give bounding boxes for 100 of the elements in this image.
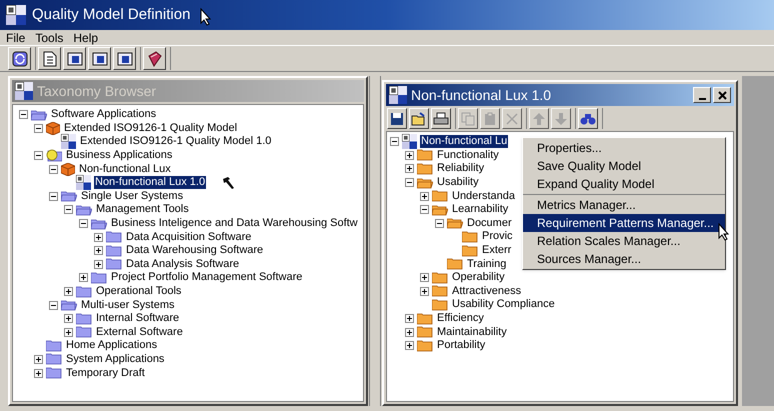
tree-item[interactable]: Internal Software: [95, 312, 180, 326]
folder-icon: [447, 258, 463, 270]
toolbar-button[interactable]: [143, 47, 166, 70]
tree-toggle[interactable]: [94, 246, 103, 256]
tree-toggle[interactable]: [64, 205, 73, 214]
menu-item[interactable]: Tools: [35, 28, 64, 46]
folder-icon: [46, 353, 62, 366]
tree-item[interactable]: External Software: [95, 326, 184, 339]
tree-toggle[interactable]: [405, 150, 414, 160]
tree-toggle[interactable]: [49, 164, 58, 174]
tree-item[interactable]: Data Acquisition Software: [125, 230, 252, 244]
tree-item[interactable]: Multi-user Systems: [80, 298, 176, 312]
tree-item[interactable]: Data Warehousing Software: [125, 244, 264, 258]
down-arrow-icon: [554, 112, 568, 126]
tree-item[interactable]: Functionality: [436, 148, 500, 162]
tree-toggle[interactable]: [64, 287, 73, 296]
tree-toggle[interactable]: [94, 260, 103, 269]
tree-toggle[interactable]: [420, 192, 429, 201]
menu-item[interactable]: Help: [73, 28, 98, 46]
tree-toggle[interactable]: [94, 232, 103, 242]
toolbar-button[interactable]: [38, 47, 61, 70]
tree-item[interactable]: Software Applications: [50, 108, 158, 122]
tree-item[interactable]: Understanda: [451, 190, 516, 203]
close-button[interactable]: [713, 87, 731, 103]
tree-toggle[interactable]: [405, 164, 414, 174]
panel-title: Taxonomy Browser: [37, 82, 156, 101]
open-folder-icon: [61, 190, 77, 202]
tree-toggle[interactable]: [79, 273, 88, 282]
tree-toggle[interactable]: [79, 219, 88, 228]
context-menu-item[interactable]: Sources Manager...: [523, 250, 725, 268]
minimize-button[interactable]: [693, 87, 711, 103]
tree-item[interactable]: Temporary Draft: [65, 366, 146, 380]
tree-item[interactable]: Non-functional Lux 1.0: [94, 176, 206, 190]
tree-item[interactable]: Business Applications: [65, 149, 174, 162]
document-icon: [42, 50, 56, 66]
context-menu-item[interactable]: Properties...: [523, 139, 725, 157]
tree-toggle[interactable]: [405, 178, 414, 188]
tree-item[interactable]: Non-functional Lux: [78, 162, 172, 176]
tree-toggle[interactable]: [64, 314, 73, 324]
tree-toggle[interactable]: [435, 218, 444, 228]
tree-item[interactable]: Extended ISO9126-1 Quality Model 1.0: [79, 135, 272, 148]
tree-toggle[interactable]: [420, 273, 429, 282]
tree-item[interactable]: Business Inteligence and Data Warehousing Softw: [110, 217, 359, 230]
tree-toggle[interactable]: [34, 151, 43, 160]
tree-toggle[interactable]: [34, 124, 43, 133]
tree-item[interactable]: Provic: [481, 230, 514, 244]
tree-item[interactable]: Operational Tools: [95, 285, 182, 298]
folder-icon: [91, 272, 107, 284]
tree-item[interactable]: Data Analysis Software: [125, 258, 240, 271]
delete-icon: [505, 112, 519, 126]
toolbar-button[interactable]: [431, 108, 451, 129]
binoculars-icon: [580, 112, 596, 126]
tree-item[interactable]: Training: [466, 258, 508, 271]
tree-toggle[interactable]: [64, 328, 73, 337]
tree-item[interactable]: Home Applications: [65, 339, 158, 352]
toolbar-button[interactable]: [8, 47, 31, 70]
context-menu-item[interactable]: Requirement Patterns Manager...: [523, 214, 725, 232]
toolbar-button[interactable]: [88, 47, 111, 70]
tree-toggle[interactable]: [34, 354, 43, 364]
tree-item[interactable]: Project Portfolio Management Software: [110, 271, 304, 284]
tree-item[interactable]: Efficiency: [436, 312, 485, 326]
toolbar-button[interactable]: [578, 108, 598, 129]
toolbar-button[interactable]: [113, 47, 136, 70]
tree-item[interactable]: Learnability: [451, 203, 510, 216]
tree-toggle[interactable]: [390, 137, 399, 146]
toolbar-button[interactable]: [63, 47, 86, 70]
tree-item[interactable]: Attractiveness: [451, 284, 522, 298]
splitter[interactable]: [369, 76, 381, 406]
context-menu-item[interactable]: Save Quality Model: [523, 157, 725, 175]
model-icon: [92, 50, 108, 66]
context-menu-item[interactable]: Expand Quality Model: [523, 175, 725, 193]
tree-toggle[interactable]: [49, 192, 58, 201]
tree-item[interactable]: Extended ISO9126-1 Quality Model: [63, 122, 238, 135]
tree-item[interactable]: Operability: [451, 271, 506, 284]
tree-toggle[interactable]: [34, 368, 43, 378]
tree-toggle[interactable]: [19, 110, 28, 120]
tree-item[interactable]: Portability: [436, 339, 486, 352]
folder-icon: [417, 162, 433, 175]
printer-icon: [433, 112, 449, 126]
tree-item[interactable]: Maintainability: [436, 326, 508, 339]
toolbar-button[interactable]: [409, 108, 429, 129]
tree-toggle[interactable]: [405, 314, 414, 324]
folder-icon: [106, 258, 122, 270]
tree-item[interactable]: Documer: [466, 216, 513, 230]
context-menu-item[interactable]: Metrics Manager...: [523, 196, 725, 214]
tree-item[interactable]: Exterr: [481, 244, 512, 258]
tree-item[interactable]: System Applications: [65, 352, 166, 366]
tree-item[interactable]: Management Tools: [95, 203, 190, 216]
tree-item[interactable]: Reliability: [436, 162, 486, 176]
tree-toggle[interactable]: [420, 205, 429, 214]
tree-item[interactable]: Single User Systems: [80, 190, 184, 203]
tree-item[interactable]: Usability: [436, 176, 480, 190]
menu-item[interactable]: File: [6, 28, 26, 46]
tree-item[interactable]: Non-functional Lu: [420, 135, 508, 148]
tree-toggle[interactable]: [405, 328, 414, 337]
tree-toggle[interactable]: [420, 286, 429, 296]
toolbar-button[interactable]: [387, 108, 407, 129]
tree-toggle[interactable]: [405, 341, 414, 350]
tree-toggle[interactable]: [49, 300, 58, 310]
tree-item[interactable]: Usability Compliance: [451, 298, 556, 312]
